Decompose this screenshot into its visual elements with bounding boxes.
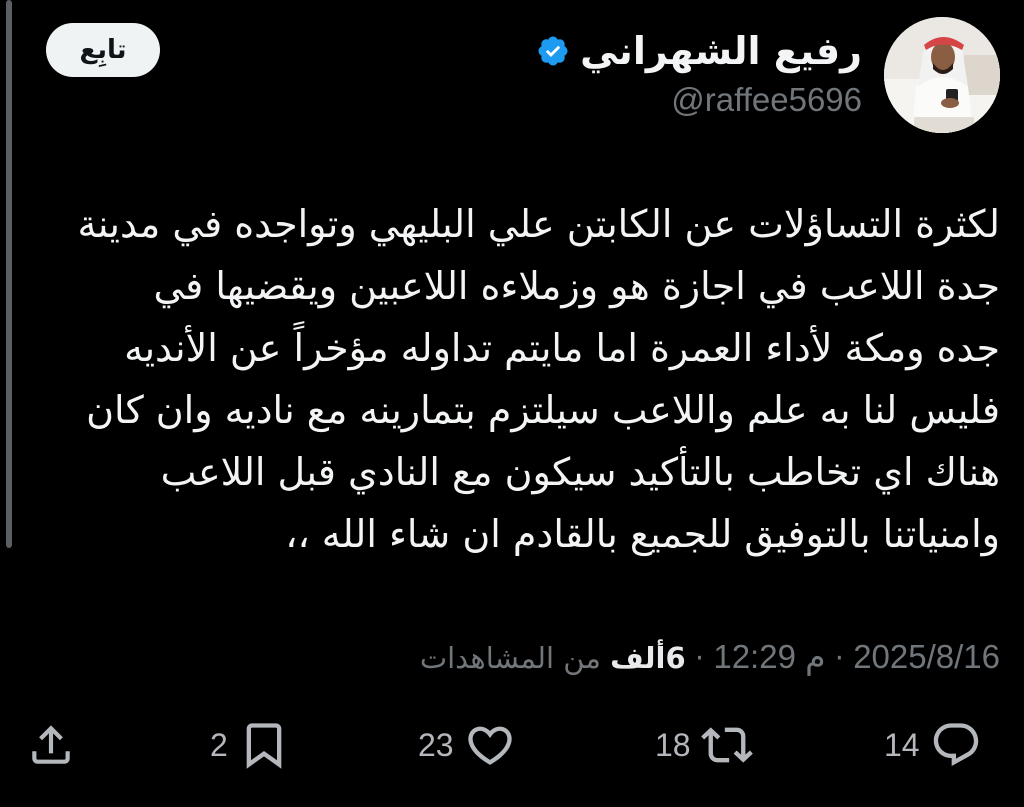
- reply-button[interactable]: 14: [884, 715, 982, 775]
- avatar[interactable]: [884, 17, 1000, 133]
- bookmark-icon: [246, 723, 282, 769]
- like-icon: [467, 726, 512, 765]
- tweet-text: لكثرة التساؤلات عن الكابتن علي البليهي و…: [77, 202, 1000, 556]
- like-count: 23: [418, 726, 454, 763]
- reply-count: 14: [884, 726, 920, 763]
- verified-badge-icon[interactable]: [536, 34, 570, 68]
- author-info: رفيع الشهراني @raffee5696: [536, 26, 862, 122]
- views-label: من المشاهدات: [419, 641, 601, 675]
- like-button[interactable]: 23: [418, 715, 516, 775]
- avatar-photo-icon: [884, 17, 1000, 133]
- bookmark-button[interactable]: 2: [210, 715, 290, 775]
- tweet-meta: 2025/8/16 · 12:29 م · 6ألف من المشاهدات: [420, 632, 1000, 683]
- share-button[interactable]: [26, 715, 76, 775]
- repost-count: 18: [655, 726, 691, 763]
- share-icon: [32, 725, 70, 764]
- author-display-name[interactable]: رفيع الشهراني: [580, 26, 862, 76]
- follow-button[interactable]: تابِع: [46, 23, 160, 77]
- reply-icon: [933, 723, 978, 767]
- name-row: رفيع الشهراني: [536, 26, 862, 76]
- tweet-time[interactable]: 12:29 م: [713, 638, 825, 675]
- meta-separator: ·: [694, 641, 705, 675]
- action-bar: 14 18 23 2: [0, 715, 1024, 775]
- bookmark-count: 2: [210, 726, 228, 763]
- tweet-header: رفيع الشهراني @raffee5696 تابِع: [0, 0, 1024, 150]
- tweet-date[interactable]: 2025/8/16: [853, 638, 1000, 675]
- repost-icon: [700, 727, 753, 763]
- meta-separator: ·: [834, 641, 844, 675]
- views-count[interactable]: 6ألف: [610, 641, 686, 675]
- author-handle[interactable]: @raffee5696: [536, 78, 862, 122]
- repost-button[interactable]: 18: [655, 715, 753, 775]
